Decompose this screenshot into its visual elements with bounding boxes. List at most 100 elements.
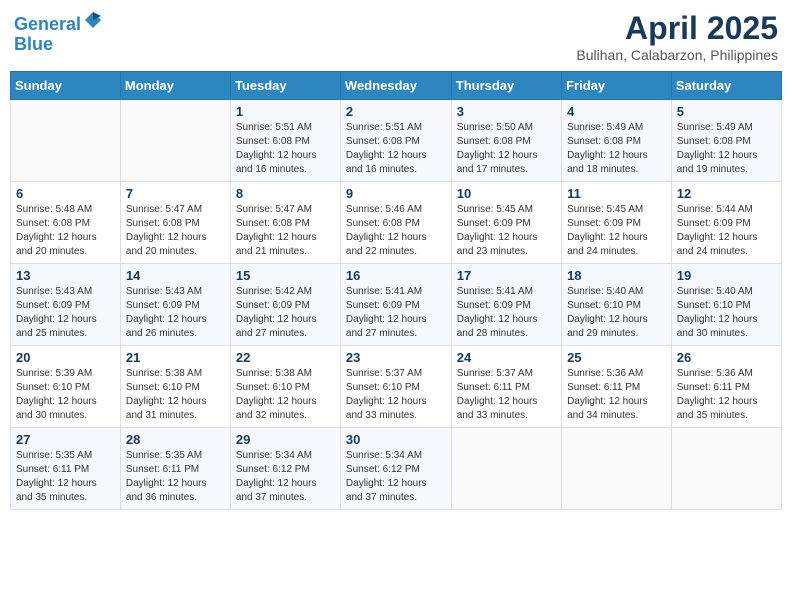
calendar-day-cell: 1Sunrise: 5:51 AM Sunset: 6:08 PM Daylig… <box>230 100 340 182</box>
day-number: 3 <box>457 104 556 119</box>
day-number: 1 <box>236 104 335 119</box>
day-info: Sunrise: 5:38 AM Sunset: 6:10 PM Dayligh… <box>236 367 335 423</box>
day-info: Sunrise: 5:49 AM Sunset: 6:08 PM Dayligh… <box>677 121 776 177</box>
day-info: Sunrise: 5:37 AM Sunset: 6:10 PM Dayligh… <box>346 367 446 423</box>
day-number: 27 <box>16 432 115 447</box>
calendar-day-cell: 24 Sunrise: 5:37 AM Sunset: 6:11 PM Dayli… <box>451 346 561 428</box>
calendar-day-cell <box>671 428 781 510</box>
day-number: 17 <box>457 268 556 283</box>
calendar-day-cell: 6 Sunrise: 5:48 AM Sunset: 6:08 PM Daylig… <box>11 182 121 264</box>
calendar-day-cell: 13 Sunrise: 5:43 AM Sunset: 6:09 PM Dayli… <box>11 264 121 346</box>
calendar-day-cell: 29 Sunrise: 5:34 AM Sunset: 6:12 PM Dayli… <box>230 428 340 510</box>
weekday-row: SundayMondayTuesdayWednesdayThursdayFrid… <box>11 72 782 100</box>
calendar-week-row: 1 Sunrise: 5:51 AM Sunset: 6:08 PM Daylig… <box>11 100 782 182</box>
day-number: 15 <box>236 268 335 283</box>
calendar-week-row: 27 Sunrise: 5:35 AM Sunset: 6:11 PM Dayli… <box>11 428 782 510</box>
day-info: Sunrise: 5:44 AM Sunset: 6:09 PM Dayligh… <box>677 203 776 259</box>
day-number: 26 <box>677 350 776 365</box>
calendar-day-cell: 22 Sunrise: 5:38 AM Sunset: 6:10 PM Dayli… <box>230 346 340 428</box>
calendar-day-cell: 16 Sunrise: 5:41 AM Sunset: 6:09 PM Dayli… <box>340 264 451 346</box>
calendar-day-cell: 7Sunrise: 5:47 AM Sunset: 6:08 PM Daylig… <box>120 182 230 264</box>
calendar-day-cell: 11Sunrise: 5:45 AM Sunset: 6:09 PM Dayli… <box>562 182 672 264</box>
day-number: 13 <box>16 268 115 283</box>
day-info: Sunrise: 5:40 AM Sunset: 6:10 PM Dayligh… <box>567 285 666 341</box>
day-number: 12 <box>677 186 776 201</box>
day-info: Sunrise: 5:47 AM Sunset: 6:08 PM Dayligh… <box>236 203 335 259</box>
logo: General Blue <box>14 10 103 55</box>
page-header: General Blue April 2025 Bulihan, Calabar… <box>10 10 782 63</box>
day-info: Sunrise: 5:48 AM Sunset: 6:08 PM Dayligh… <box>16 203 115 259</box>
day-info: Sunrise: 5:41 AM Sunset: 6:09 PM Dayligh… <box>457 285 556 341</box>
day-info: Sunrise: 5:34 AM Sunset: 6:12 PM Dayligh… <box>236 449 335 505</box>
weekday-header: Friday <box>562 72 672 100</box>
day-info: Sunrise: 5:47 AM Sunset: 6:08 PM Dayligh… <box>126 203 225 259</box>
calendar-day-cell: 17 Sunrise: 5:41 AM Sunset: 6:09 PM Dayli… <box>451 264 561 346</box>
calendar-day-cell: 2 Sunrise: 5:51 AM Sunset: 6:08 PM Daylig… <box>340 100 451 182</box>
day-number: 20 <box>16 350 115 365</box>
calendar-day-cell: 28 Sunrise: 5:35 AM Sunset: 6:11 PM Dayli… <box>120 428 230 510</box>
day-info: Sunrise: 5:35 AM Sunset: 6:11 PM Dayligh… <box>16 449 115 505</box>
calendar-day-cell: 15 Sunrise: 5:42 AM Sunset: 6:09 PM Dayli… <box>230 264 340 346</box>
calendar-table: SundayMondayTuesdayWednesdayThursdayFrid… <box>10 71 782 510</box>
calendar-day-cell: 12 Sunrise: 5:44 AM Sunset: 6:09 PM Dayli… <box>671 182 781 264</box>
calendar-week-row: 20 Sunrise: 5:39 AM Sunset: 6:10 PM Dayli… <box>11 346 782 428</box>
day-info: Sunrise: 5:49 AM Sunset: 6:08 PM Dayligh… <box>567 121 666 177</box>
day-info: Sunrise: 5:51 AM Sunset: 6:08 PM Dayligh… <box>346 121 446 177</box>
day-number: 30 <box>346 432 446 447</box>
day-number: 16 <box>346 268 446 283</box>
day-number: 18 <box>567 268 666 283</box>
day-number: 9 <box>346 186 446 201</box>
calendar-day-cell: 19Sunrise: 5:40 AM Sunset: 6:10 PM Dayli… <box>671 264 781 346</box>
day-number: 10 <box>457 186 556 201</box>
calendar-week-row: 13 Sunrise: 5:43 AM Sunset: 6:09 PM Dayli… <box>11 264 782 346</box>
day-info: Sunrise: 5:34 AM Sunset: 6:12 PM Dayligh… <box>346 449 446 505</box>
calendar-body: 1 Sunrise: 5:51 AM Sunset: 6:08 PM Daylig… <box>11 100 782 510</box>
calendar-day-cell: 20 Sunrise: 5:39 AM Sunset: 6:10 PM Dayli… <box>11 346 121 428</box>
day-info: Sunrise: 5:45 AM Sunset: 6:09 PM Dayligh… <box>457 203 556 259</box>
weekday-header: Sunday <box>11 72 121 100</box>
day-info: Sunrise: 5:43 AM Sunset: 6:09 PM Dayligh… <box>16 285 115 341</box>
day-number: 14 <box>126 268 225 283</box>
day-number: 23 <box>346 350 446 365</box>
day-number: 6 <box>16 186 115 201</box>
day-info: Sunrise: 5:43 AM Sunset: 6:09 PM Dayligh… <box>126 285 225 341</box>
calendar-day-cell: 14 Sunrise: 5:43 AM Sunset: 6:09 PM Dayli… <box>120 264 230 346</box>
calendar-subtitle: Bulihan, Calabarzon, Philippines <box>576 47 778 63</box>
weekday-header: Thursday <box>451 72 561 100</box>
day-number: 24 <box>457 350 556 365</box>
logo-line1: General <box>14 14 81 34</box>
day-info: Sunrise: 5:50 AM Sunset: 6:08 PM Dayligh… <box>457 121 556 177</box>
day-number: 22 <box>236 350 335 365</box>
calendar-day-cell: 5Sunrise: 5:49 AM Sunset: 6:08 PM Daylig… <box>671 100 781 182</box>
calendar-day-cell: 30 Sunrise: 5:34 AM Sunset: 6:12 PM Dayli… <box>340 428 451 510</box>
calendar-day-cell: 8Sunrise: 5:47 AM Sunset: 6:08 PM Daylig… <box>230 182 340 264</box>
calendar-day-cell <box>11 100 121 182</box>
weekday-header: Saturday <box>671 72 781 100</box>
day-info: Sunrise: 5:40 AM Sunset: 6:10 PM Dayligh… <box>677 285 776 341</box>
calendar-day-cell: 3 Sunrise: 5:50 AM Sunset: 6:08 PM Daylig… <box>451 100 561 182</box>
day-info: Sunrise: 5:42 AM Sunset: 6:09 PM Dayligh… <box>236 285 335 341</box>
calendar-day-cell <box>562 428 672 510</box>
day-number: 4 <box>567 104 666 119</box>
calendar-day-cell: 18 Sunrise: 5:40 AM Sunset: 6:10 PM Dayli… <box>562 264 672 346</box>
title-block: April 2025 Bulihan, Calabarzon, Philippi… <box>576 10 778 63</box>
calendar-header: SundayMondayTuesdayWednesdayThursdayFrid… <box>11 72 782 100</box>
day-info: Sunrise: 5:35 AM Sunset: 6:11 PM Dayligh… <box>126 449 225 505</box>
day-number: 29 <box>236 432 335 447</box>
day-info: Sunrise: 5:37 AM Sunset: 6:11 PM Dayligh… <box>457 367 556 423</box>
day-number: 28 <box>126 432 225 447</box>
day-number: 2 <box>346 104 446 119</box>
calendar-day-cell: 25Sunrise: 5:36 AM Sunset: 6:11 PM Dayli… <box>562 346 672 428</box>
calendar-day-cell: 26Sunrise: 5:36 AM Sunset: 6:11 PM Dayli… <box>671 346 781 428</box>
weekday-header: Wednesday <box>340 72 451 100</box>
day-info: Sunrise: 5:39 AM Sunset: 6:10 PM Dayligh… <box>16 367 115 423</box>
logo-line2: Blue <box>14 34 53 54</box>
weekday-header: Monday <box>120 72 230 100</box>
day-info: Sunrise: 5:38 AM Sunset: 6:10 PM Dayligh… <box>126 367 225 423</box>
day-info: Sunrise: 5:41 AM Sunset: 6:09 PM Dayligh… <box>346 285 446 341</box>
day-number: 21 <box>126 350 225 365</box>
calendar-day-cell <box>120 100 230 182</box>
calendar-day-cell: 4 Sunrise: 5:49 AM Sunset: 6:08 PM Daylig… <box>562 100 672 182</box>
logo-text: General Blue <box>14 10 103 55</box>
calendar-week-row: 6 Sunrise: 5:48 AM Sunset: 6:08 PM Daylig… <box>11 182 782 264</box>
